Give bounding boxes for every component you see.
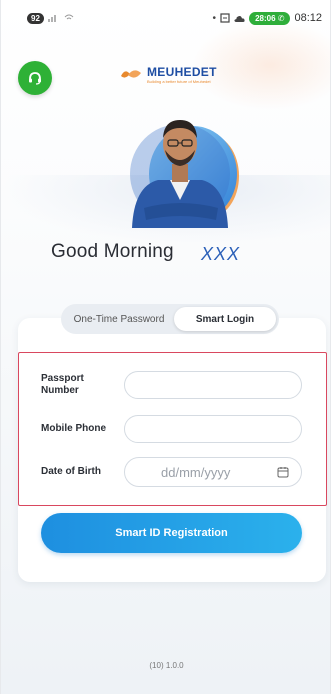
clock: 08:12 bbox=[294, 12, 322, 24]
smart-id-registration-button[interactable]: Smart ID Registration bbox=[41, 513, 302, 553]
dot-icon: • bbox=[212, 12, 217, 24]
cloud-icon bbox=[234, 15, 245, 22]
app-screen: 92 • 28:06 ✆ 08:12 MEUHEDET Building a b… bbox=[0, 0, 331, 694]
passport-label-line1: Passport bbox=[41, 373, 84, 384]
passport-number-input[interactable] bbox=[124, 371, 302, 399]
logo-name: MEUHEDET bbox=[147, 65, 217, 79]
call-timer-badge[interactable]: 28:06 ✆ bbox=[249, 11, 291, 25]
logo-text: MEUHEDET Building a better future of Meu… bbox=[147, 66, 217, 85]
wifi-off-icon bbox=[64, 14, 74, 20]
brand-logo: MEUHEDET Building a better future of Meu… bbox=[119, 66, 239, 90]
tab-one-time-password[interactable]: One-Time Password bbox=[64, 307, 174, 331]
date-placeholder: dd/mm/yyyy bbox=[161, 464, 231, 480]
user-name: XXX bbox=[201, 244, 241, 264]
login-tabs: One-Time Password Smart Login bbox=[61, 304, 279, 334]
date-of-birth-input[interactable]: dd/mm/yyyy bbox=[124, 457, 302, 487]
support-button[interactable] bbox=[18, 61, 52, 95]
mobile-phone-input[interactable] bbox=[124, 415, 302, 443]
phone-icon: ✆ bbox=[277, 13, 285, 23]
tab-smart-login[interactable]: Smart Login bbox=[174, 307, 276, 331]
passport-label-line2: Number bbox=[41, 385, 79, 396]
sim-icon bbox=[220, 13, 230, 23]
signal-icon bbox=[48, 15, 56, 22]
status-right: • 28:06 ✆ 08:12 bbox=[212, 11, 322, 25]
date-of-birth-label: Date of Birth bbox=[41, 466, 101, 477]
mobile-phone-label: Mobile Phone bbox=[41, 423, 106, 434]
user-avatar bbox=[130, 120, 239, 228]
meuhedet-logo-icon bbox=[121, 70, 141, 78]
logo-tagline: Building a better future of Meuhedet bbox=[147, 79, 211, 84]
status-bar: 92 • 28:06 ✆ 08:12 bbox=[1, 0, 330, 36]
headset-icon bbox=[29, 72, 41, 85]
greeting-text: Good Morning bbox=[51, 241, 174, 262]
passport-label: Passport Number bbox=[41, 373, 84, 397]
battery-badge: 92 bbox=[27, 12, 44, 24]
calendar-icon[interactable] bbox=[277, 466, 289, 478]
call-timer-text: 28:06 bbox=[255, 13, 276, 23]
status-left: 92 bbox=[27, 12, 74, 24]
app-version: (10) 1.0.0 bbox=[149, 661, 184, 670]
